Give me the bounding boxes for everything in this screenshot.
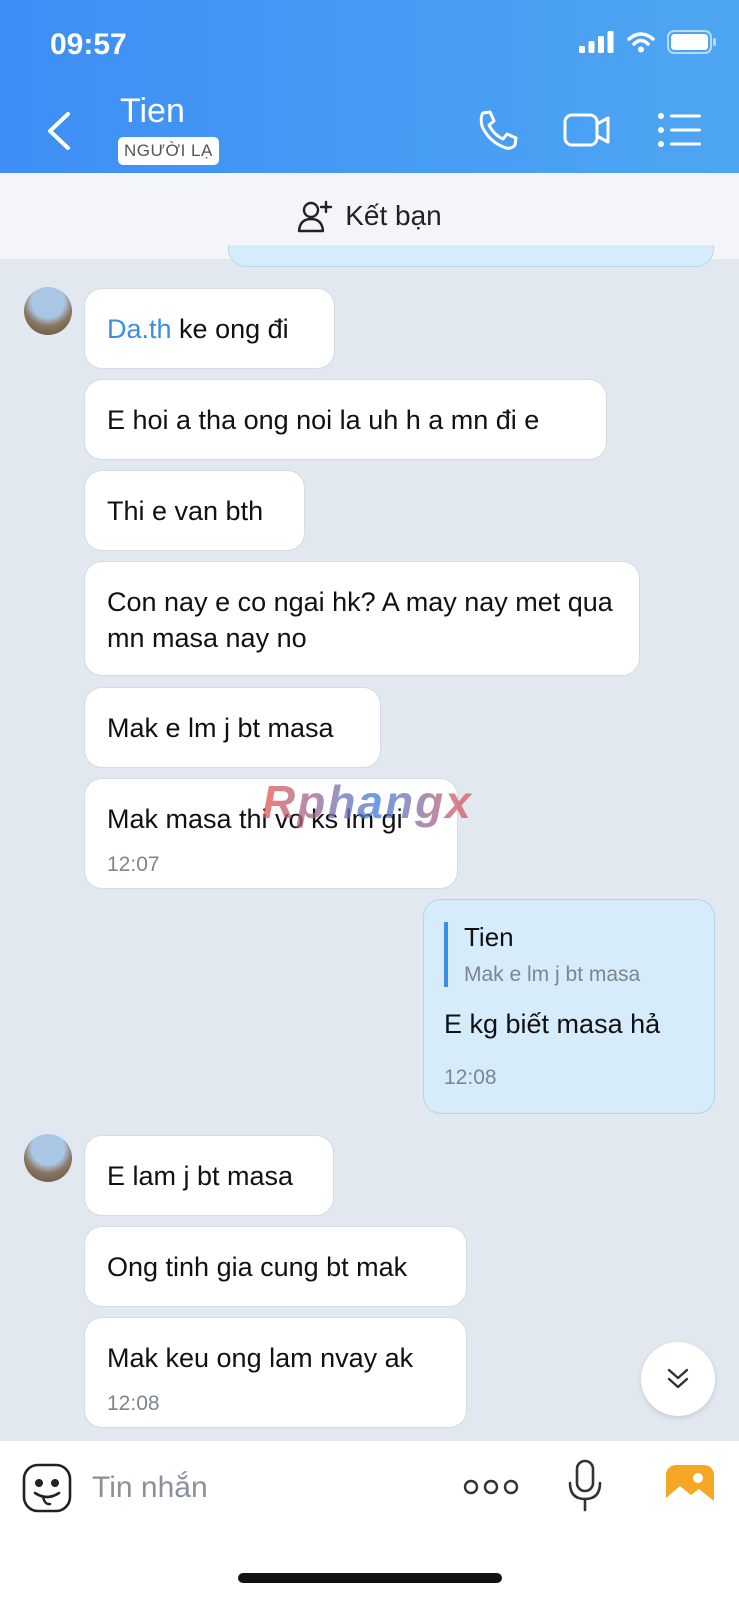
message-bubble[interactable]: Con nay e co ngai hk? A may nay met qua … [84,561,640,676]
mention-link[interactable]: Da.th [107,314,172,344]
battery-icon [667,30,716,54]
previous-message-edge [228,245,714,267]
emoji-button[interactable] [22,1463,72,1513]
message-bubble[interactable]: Thi e van bth [84,470,305,551]
avatar[interactable] [24,1134,72,1182]
add-user-icon [298,200,333,233]
double-chevron-down-icon [667,1368,689,1389]
phone-icon [479,110,518,150]
contact-name[interactable]: Tien [120,92,185,131]
message-time: 12:07 [107,853,160,876]
video-call-button[interactable] [562,108,612,152]
stranger-badge: NGƯỜI LẠ [118,137,219,165]
message-text: E hoi a tha ong noi la uh h a mn đi e [107,405,540,435]
menu-button[interactable] [655,108,705,152]
message-text: Mak keu ong lam nvay ak [107,1343,414,1373]
message-text: E lam j bt masa [107,1161,294,1191]
microphone-button[interactable] [567,1459,603,1513]
message-bubble[interactable]: Da.th ke ong đi [84,288,335,369]
status-time: 09:57 [50,28,127,61]
message-bubble[interactable]: E hoi a tha ong noi la uh h a mn đi e [84,379,607,460]
message-time: 12:08 [444,1066,497,1089]
quoted-sender: Tien [464,922,514,952]
photo-button[interactable] [665,1464,715,1510]
scroll-to-bottom-button[interactable] [641,1342,715,1416]
message-input[interactable] [92,1465,422,1511]
message-composer [0,1440,739,1600]
message-text: Con nay e co ngai hk? A may nay met qua … [107,587,613,653]
status-icons [579,30,717,54]
message-bubble[interactable]: Ong tinh gia cung bt mak [84,1226,467,1307]
wifi-icon [627,32,655,53]
quoted-text: Mak e lm j bt masa [464,963,641,986]
message-text: Thi e van bth [107,496,264,526]
home-indicator [238,1573,502,1583]
message-text: Mak e lm j bt masa [107,713,334,743]
call-button[interactable] [474,108,524,152]
message-text: Ong tinh gia cung bt mak [107,1252,408,1282]
back-button[interactable] [40,108,76,154]
message-bubble[interactable]: Mak e lm j bt masa [84,687,381,768]
avatar[interactable] [24,287,72,335]
message-time: 12:08 [107,1392,160,1415]
message-text: E kg biết masa hả [444,1009,661,1039]
quoted-message[interactable]: Tien Mak e lm j bt masa [444,922,694,987]
watermark: Rphangx [262,776,473,828]
add-friend-label: Kết bạn [345,200,442,231]
more-options-button[interactable] [462,1469,520,1505]
chat-header: 09:57 Tien NGƯỜI LẠ [0,0,739,173]
message-bubble[interactable]: E lam j bt masa [84,1135,334,1216]
outgoing-message-bubble[interactable]: Tien Mak e lm j bt masa E kg biết masa h… [423,899,715,1114]
signal-icon [579,31,614,53]
message-text: ke ong đi [171,314,289,344]
message-bubble[interactable]: Mak keu ong lam nvay ak 12:08 [84,1317,467,1428]
